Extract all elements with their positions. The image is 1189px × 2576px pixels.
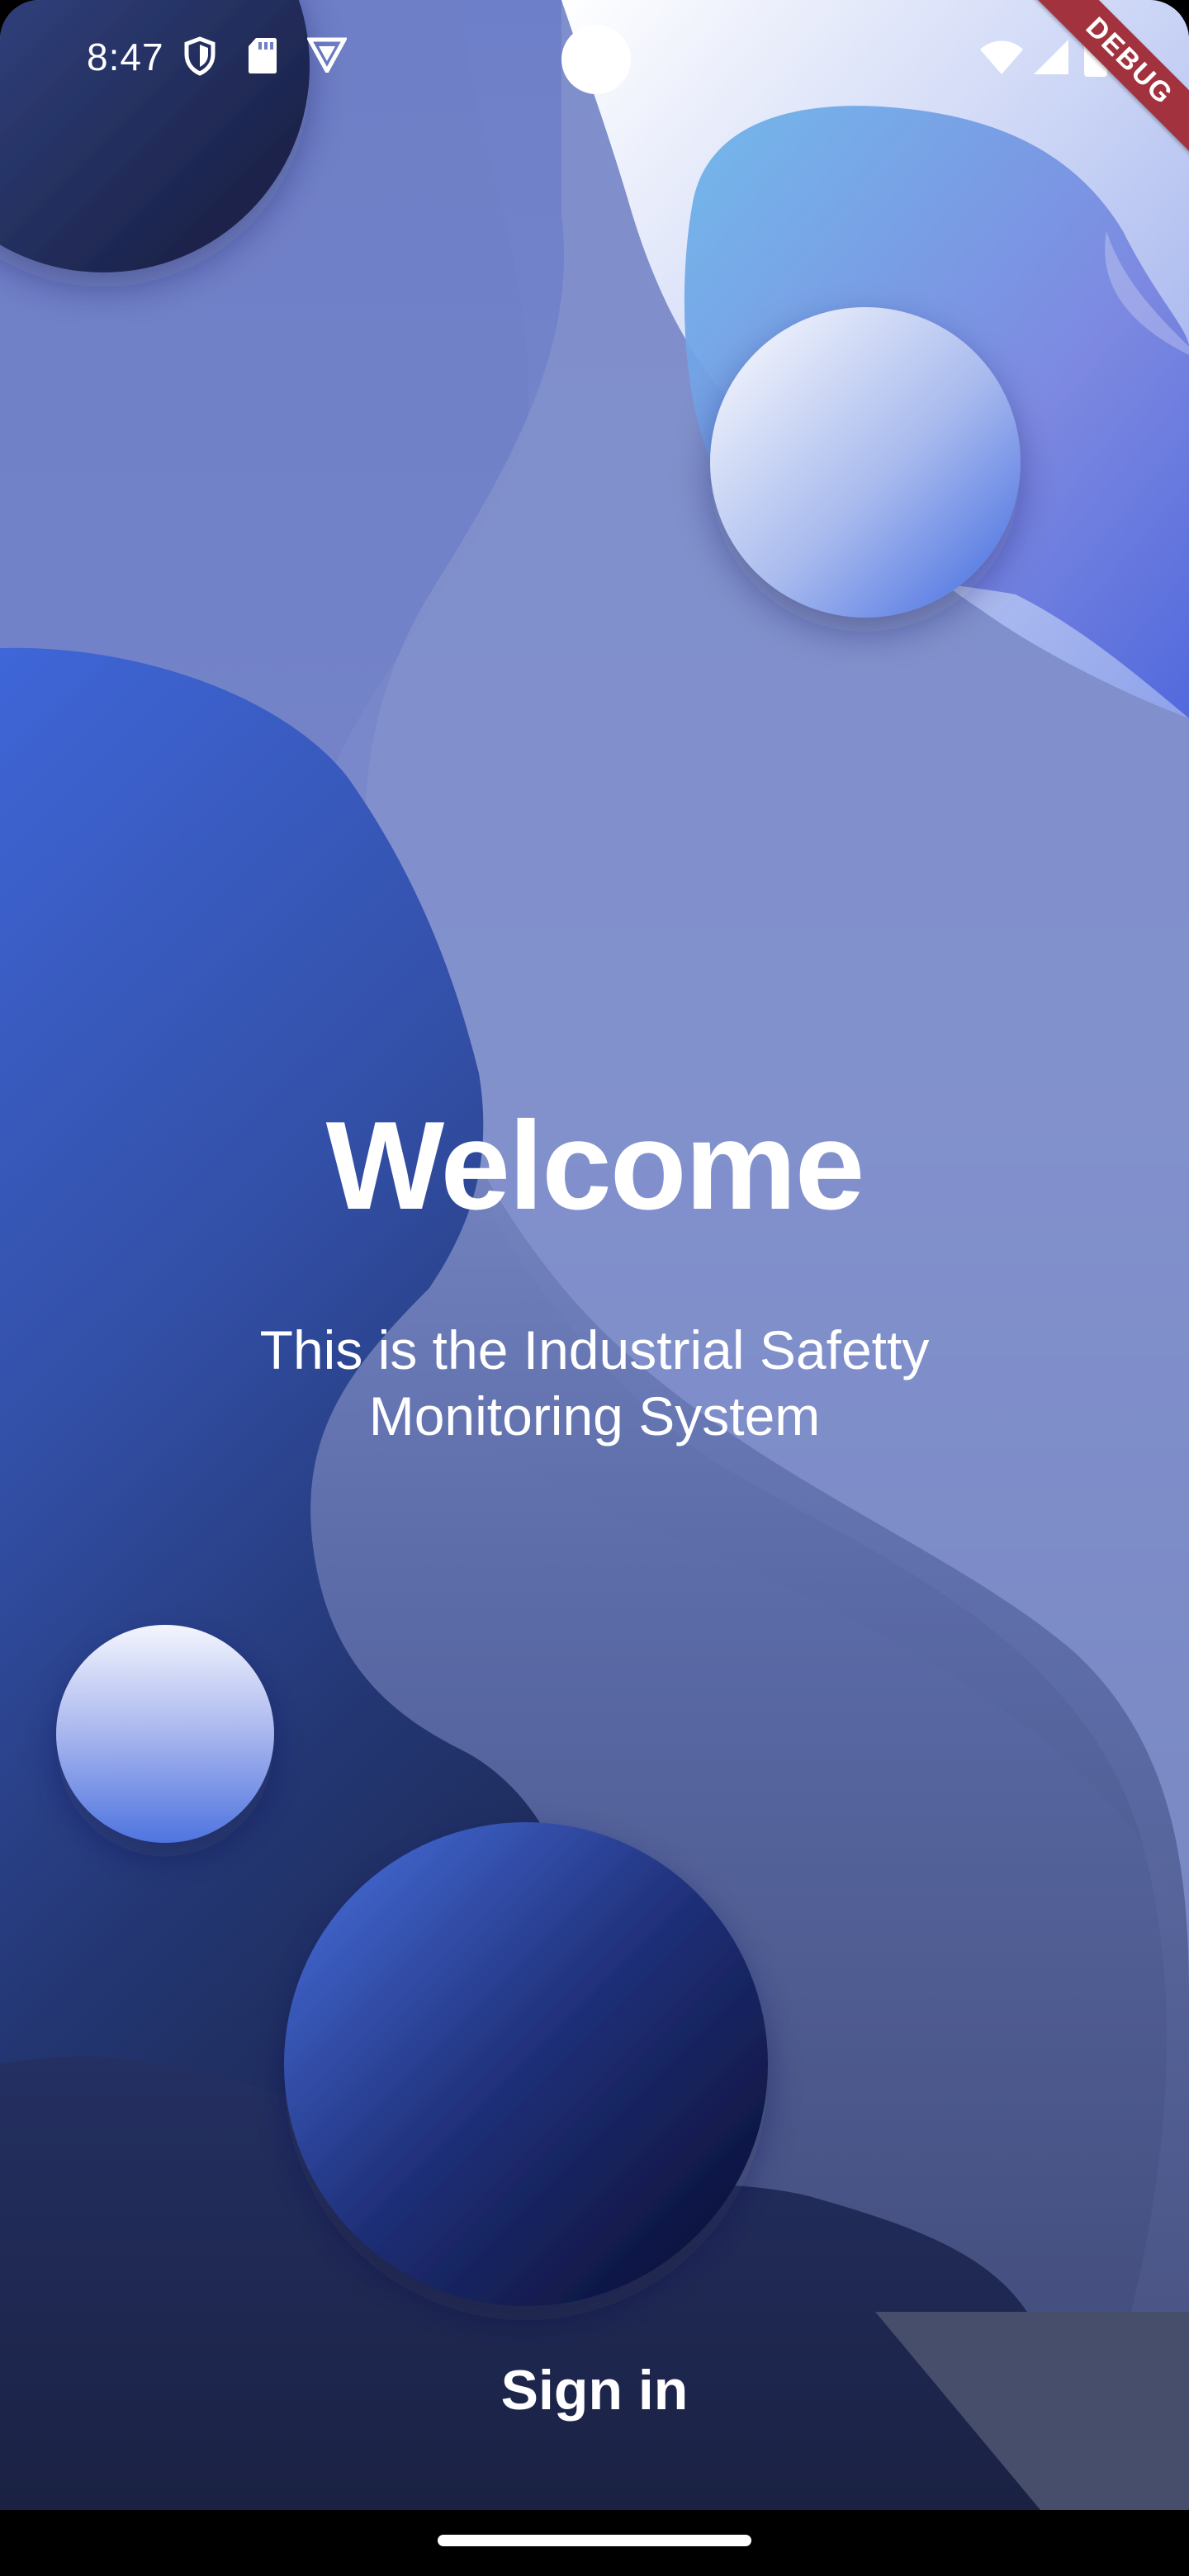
shield-icon [183,36,216,80]
camera-cutout [561,25,631,94]
wifi-icon [978,40,1025,80]
home-indicator[interactable] [438,2535,751,2546]
vpn-badge-icon [306,36,348,77]
sign-in-button[interactable]: Sign in [388,2345,801,2436]
navigation-bar [0,2510,1189,2576]
status-time: 8:47 [87,36,164,78]
status-bar: 8:47 DEBUG [0,0,1189,164]
background-illustration [0,0,1189,2510]
welcome-subtitle: This is the Industrial Safetty Monitorin… [259,1319,930,1447]
sd-card-icon [248,36,277,78]
welcome-title: Welcome [325,1096,865,1236]
cellular-signal-icon [1032,38,1070,80]
welcome-screen: 8:47 DEBUG Welcome This is the Industria… [0,0,1189,2510]
